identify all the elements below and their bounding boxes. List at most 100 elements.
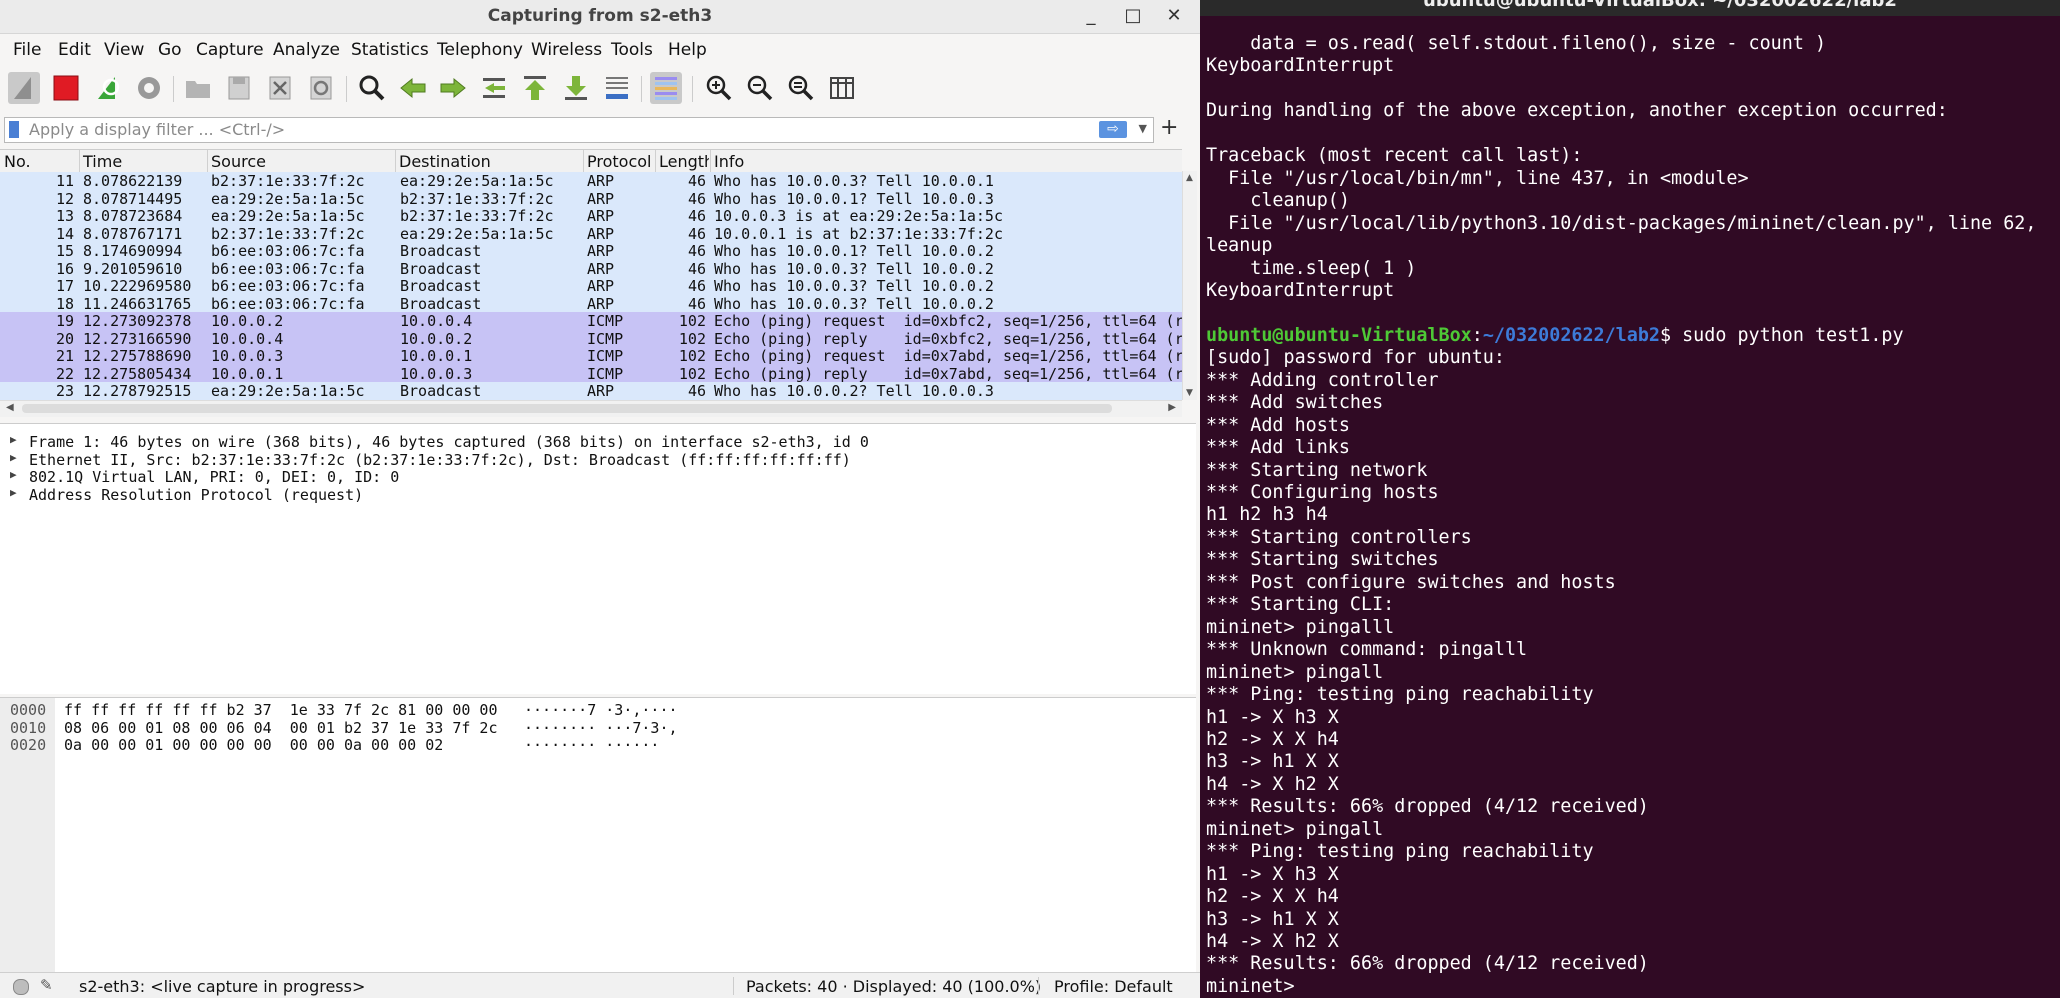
maximize-button[interactable]: □ [1119,3,1147,29]
table-row[interactable]: 12 8.078714495 ea:29:2e:5a:1a:5c b2:37:1e:3… [0,189,1182,208]
cell-proto: ICMP [587,329,624,348]
open-file-icon[interactable] [182,72,214,104]
table-row[interactable]: 11 8.078622139 b2:37:1e:33:7f:2c ea:29:2e:5… [0,172,1182,190]
filter-dropdown-icon[interactable]: ▼ [1139,122,1147,135]
terminal-line: *** Starting controllers [1206,526,1472,548]
terminal-line: leanup [1206,235,1273,257]
zoom-reset-icon[interactable] [785,72,817,104]
table-row[interactable]: 23 12.278792515 ea:29:2e:5a:1a:5c Broadcast… [0,382,1182,400]
table-row[interactable]: 20 12.273166590 10.0.0.4 10.0.0.2 ICMP 102 Ech… [0,329,1182,348]
cell-time: 8.078622139 [83,172,183,190]
bookmark-icon[interactable] [9,121,19,138]
column-destination[interactable]: Destination [399,152,491,171]
cell-no: 22 [55,364,74,383]
cell-time: 12.275805434 [83,364,192,383]
cell-time: 8.078714495 [83,189,183,208]
terminal-line: *** Add hosts [1206,414,1350,436]
save-file-icon[interactable] [223,72,255,104]
cell-proto: ARP [587,224,615,243]
go-last-icon[interactable] [560,72,592,104]
terminal-line: *** Ping: testing ping reachability [1206,841,1594,863]
table-row[interactable]: 22 12.275805434 10.0.0.1 10.0.0.3 ICMP 102 Ech… [0,364,1182,383]
menu-wireless[interactable]: Wireless [531,40,602,60]
packet-details-pane: ▶ Frame 1: 46 bytes on wire (368 bits), 4… [0,423,1196,694]
expert-info-icon[interactable] [13,979,29,995]
table-row[interactable]: 18 11.246631765 b6:ee:03:06:7c:fa Broadcast… [0,294,1182,313]
restart-capture-icon[interactable] [92,72,124,104]
menu-go[interactable]: Go [158,40,182,60]
shark-fin-start-icon[interactable] [8,72,40,104]
column-length[interactable]: Length [659,152,709,171]
cell-proto: ARP [587,277,615,295]
cell-src: b6:ee:03:06:7c:fa [211,242,365,260]
terminal-line: File "/usr/local/bin/mn", line 437, in <… [1206,167,1749,189]
cell-proto: ARP [587,294,615,313]
terminal-window[interactable]: ubuntu@ubuntu-VirtualBox: ~/032002622/la… [1200,0,2060,998]
column-info[interactable]: Info [714,152,744,171]
table-row[interactable]: 16 9.201059610 b6:ee:03:06:7c:fa Broadcast A… [0,259,1182,278]
terminal-line: *** Starting switches [1206,549,1439,571]
menu-telephony[interactable]: Telephony [437,40,523,60]
prompt-command: $ sudo python test1.py [1659,324,1904,346]
display-filter-input[interactable]: Apply a display filter ... <Ctrl-/> ⇨ ▼ [4,117,1154,143]
terminal-line: *** Results: 66% dropped (4/12 received) [1206,796,1649,818]
status-profile[interactable]: Profile: Default [1054,977,1173,996]
menu-file[interactable]: File [13,40,41,60]
go-forward-icon[interactable] [437,72,469,104]
menu-help[interactable]: Help [668,40,707,60]
menu-view[interactable]: View [104,40,144,60]
go-back-icon[interactable] [397,72,429,104]
apply-filter-button[interactable]: ⇨ [1099,121,1127,138]
menu-bar: File Edit View Go Capture Analyze Statis… [0,34,1200,66]
cell-dst: b2:37:1e:33:7f:2c [400,207,554,225]
zoom-in-icon[interactable] [703,72,735,104]
capture-options-icon[interactable] [133,72,165,104]
terminal-line: *** Unknown command: pingalll [1206,639,1528,661]
table-row[interactable]: 21 12.275788690 10.0.0.3 10.0.0.1 ICMP 102 Ech… [0,347,1182,365]
table-row[interactable]: 19 12.273092378 10.0.0.2 10.0.0.4 ICMP 102 Ech… [0,312,1182,330]
autoscroll-icon[interactable] [601,72,633,104]
cell-no: 20 [55,329,74,348]
cell-info: Who has 10.0.0.3? Tell 10.0.0.2 [714,277,994,295]
go-first-icon[interactable] [519,72,551,104]
menu-analyze[interactable]: Analyze [273,40,340,60]
column-protocol[interactable]: Protocol [587,152,651,171]
minimize-button[interactable]: _ [1077,3,1105,29]
terminal-line: data = os.read( self.stdout.fileno(), si… [1206,33,1827,54]
zoom-out-icon[interactable] [744,72,776,104]
reload-file-icon[interactable] [305,72,337,104]
menu-edit[interactable]: Edit [58,40,91,60]
stop-capture-icon[interactable] [50,72,82,104]
column-no[interactable]: No. [4,152,31,171]
close-button[interactable]: ✕ [1160,3,1188,29]
table-row[interactable]: 13 8.078723684 ea:29:2e:5a:1a:5c b2:37:1e:3… [0,207,1182,225]
packet-list-vscrollbar[interactable]: ▲ ▼ [1182,171,1197,400]
table-row[interactable]: 17 10.222969580 b6:ee:03:06:7c:fa Broadcast… [0,277,1182,295]
colorize-icon[interactable] [650,72,682,104]
cell-proto: ARP [587,259,615,278]
cell-len: 46 [687,277,706,295]
menu-tools[interactable]: Tools [611,40,653,60]
table-row[interactable]: 14 8.078767171 b2:37:1e:33:7f:2c ea:29:2e:5… [0,224,1182,243]
find-packet-icon[interactable] [356,72,388,104]
table-row[interactable]: 15 8.174690994 b6:ee:03:06:7c:fa Broadcast A… [0,242,1182,260]
cell-info: Echo (ping) reply id=0x7abd, seq=1/256, … [714,364,1182,383]
terminal-line: h2 -> X X h4 [1206,886,1339,908]
cell-len: 46 [687,294,706,313]
go-to-packet-icon[interactable] [478,72,510,104]
capture-comment-icon[interactable]: ✎ [40,976,53,994]
cell-src: b6:ee:03:06:7c:fa [211,277,365,295]
add-filter-button[interactable]: + [1160,115,1178,140]
cell-info: Who has 10.0.0.3? Tell 10.0.0.1 [714,172,994,190]
prompt-line: ubuntu@ubuntu-VirtualBox:~/032002622/lab… [1206,324,1904,346]
column-source[interactable]: Source [211,152,266,171]
column-time[interactable]: Time [83,152,122,171]
cell-info: Who has 10.0.0.1? Tell 10.0.0.2 [714,242,994,260]
menu-capture[interactable]: Capture [196,40,264,60]
close-file-icon[interactable] [264,72,296,104]
menu-statistics[interactable]: Statistics [351,40,429,60]
cell-time: 8.174690994 [83,242,183,260]
packet-list-hscrollbar[interactable]: ◀ ▶ [0,400,1182,417]
title-bar: Capturing from s2-eth3 _ □ ✕ [0,0,1200,34]
resize-columns-icon[interactable] [826,72,858,104]
